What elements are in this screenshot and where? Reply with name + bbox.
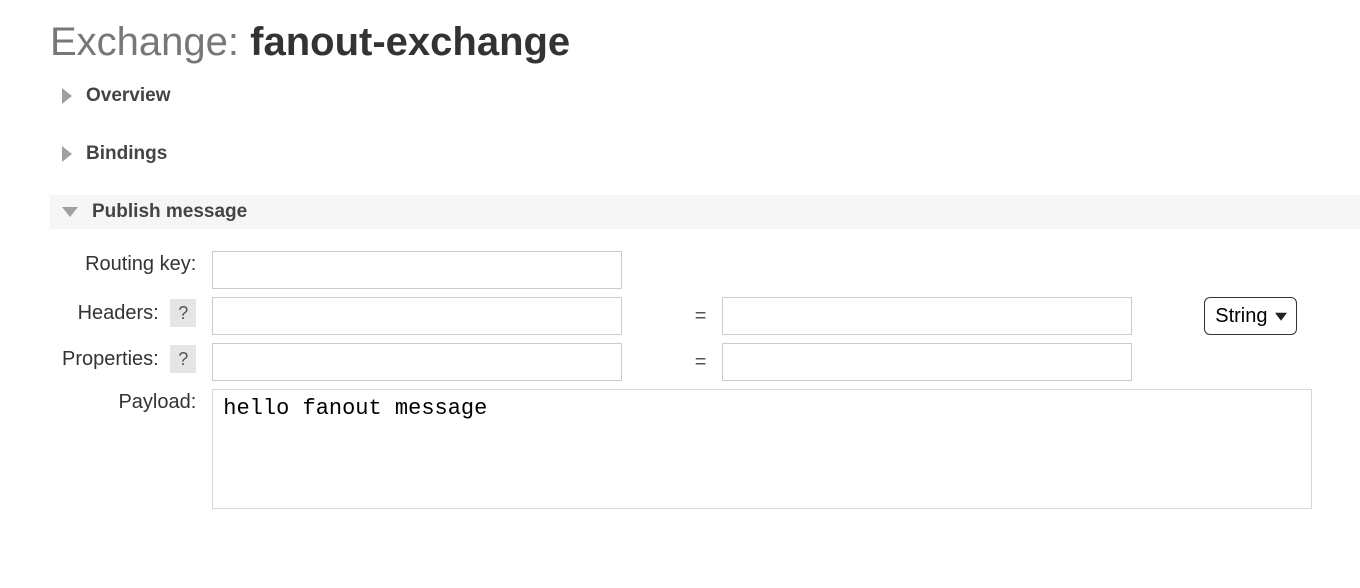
chevron-down-icon	[62, 207, 78, 217]
headers-key-input[interactable]	[212, 297, 622, 335]
exchange-name: fanout-exchange	[250, 20, 570, 64]
headers-equals: =	[689, 293, 716, 339]
headers-help-icon[interactable]: ?	[170, 299, 196, 327]
routing-key-label: Routing key:	[62, 247, 206, 293]
routing-key-input[interactable]	[212, 251, 622, 289]
section-bindings-label: Bindings	[86, 143, 167, 165]
page-title: Exchange: fanout-exchange	[50, 20, 1360, 65]
section-publish-label: Publish message	[92, 201, 247, 223]
section-overview-header[interactable]: Overview	[50, 79, 1360, 113]
properties-label: Properties:	[62, 348, 159, 370]
section-overview-label: Overview	[86, 85, 171, 107]
headers-type-select[interactable]: String	[1204, 297, 1297, 335]
properties-key-input[interactable]	[212, 343, 622, 381]
headers-label: Headers:	[78, 302, 159, 324]
chevron-right-icon	[62, 146, 72, 162]
headers-value-input[interactable]	[722, 297, 1132, 335]
title-prefix: Exchange:	[50, 20, 250, 64]
payload-label: Payload:	[62, 385, 206, 518]
section-bindings-header[interactable]: Bindings	[50, 137, 1360, 171]
properties-help-icon[interactable]: ?	[170, 345, 196, 373]
chevron-right-icon	[62, 88, 72, 104]
payload-textarea[interactable]	[212, 389, 1312, 509]
properties-equals: =	[689, 339, 716, 385]
properties-value-input[interactable]	[722, 343, 1132, 381]
section-publish-header[interactable]: Publish message	[50, 195, 1360, 229]
